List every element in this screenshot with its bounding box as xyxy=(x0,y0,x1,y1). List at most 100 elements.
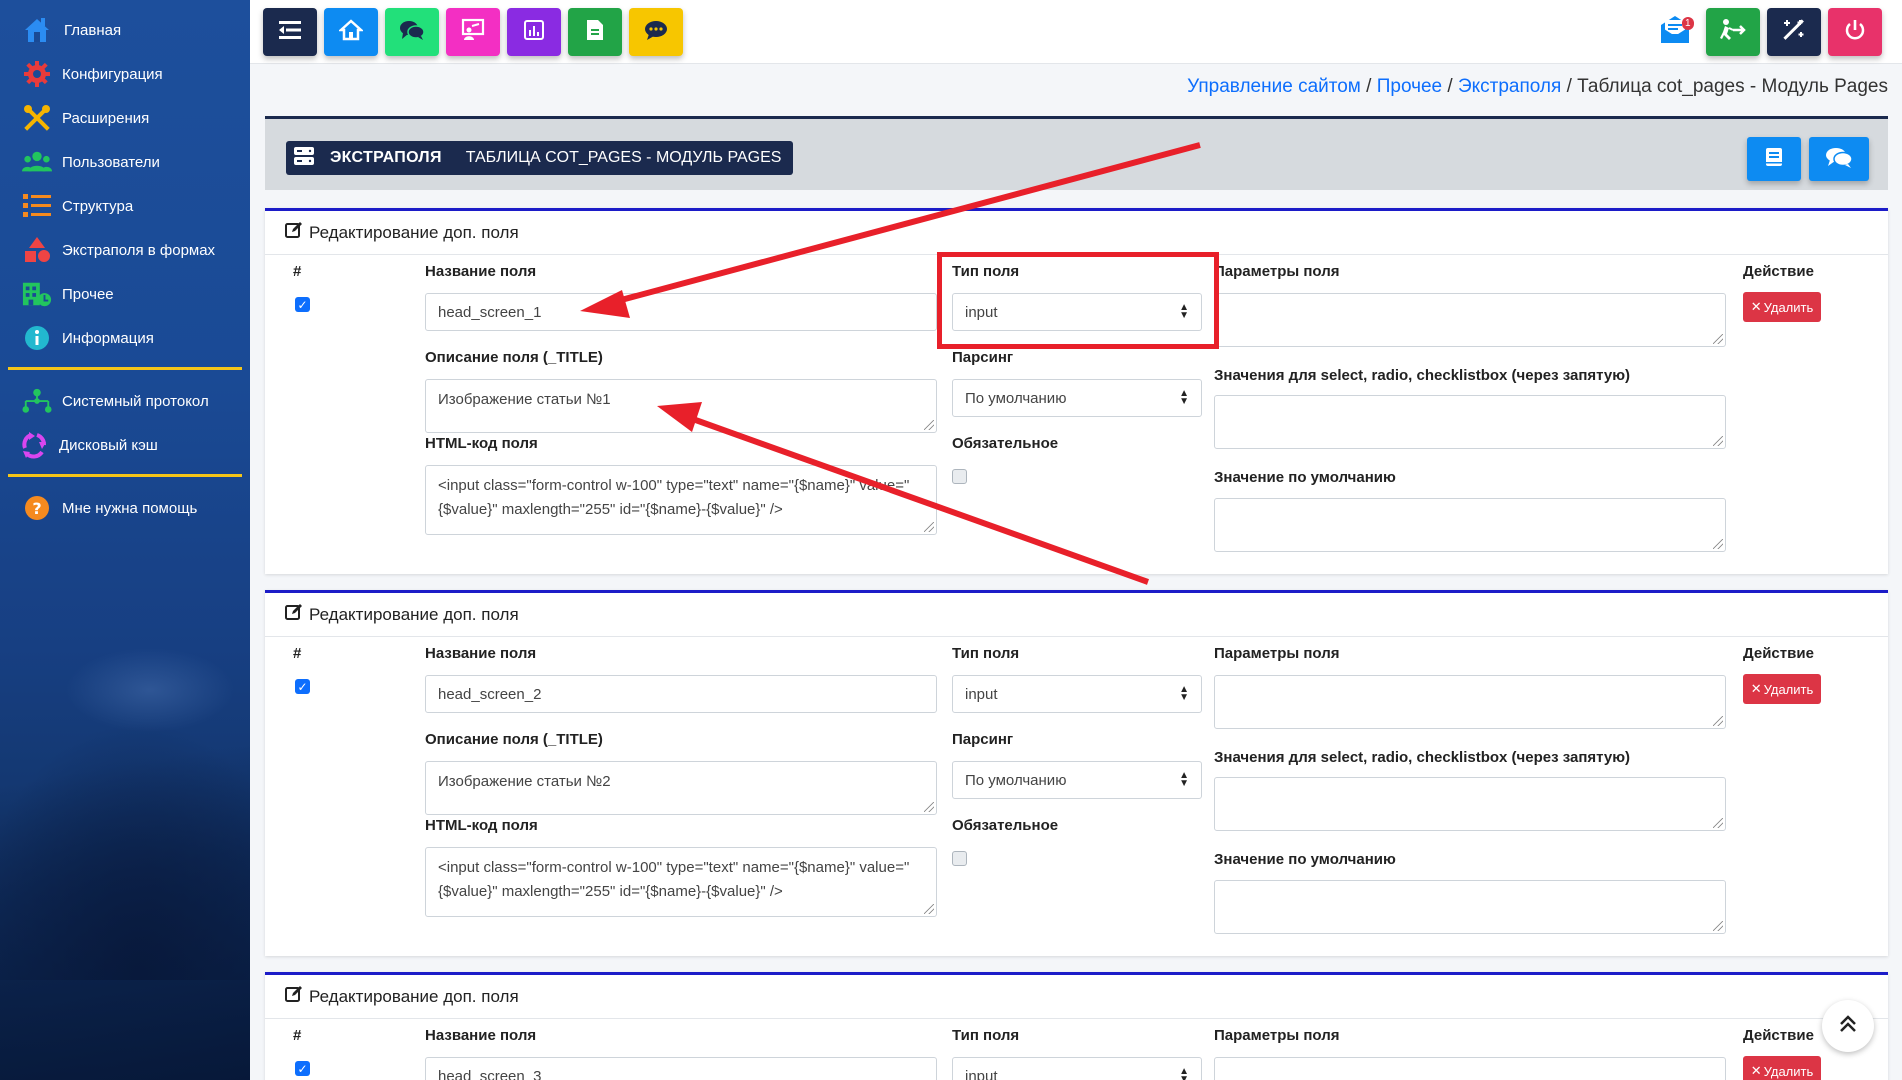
hash-label: # xyxy=(293,1027,302,1044)
field-desc-label: Описание поля (_TITLE) xyxy=(425,731,603,748)
comments-button[interactable] xyxy=(385,8,439,56)
network-icon xyxy=(22,386,52,416)
sidebar-divider xyxy=(8,474,242,477)
hash-label: # xyxy=(293,263,302,280)
parsing-value: По умолчанию xyxy=(965,389,1067,407)
delete-label: Удалить xyxy=(1763,299,1814,315)
sidebar-item-extensions[interactable]: Расширения xyxy=(22,100,149,136)
users-icon xyxy=(22,147,52,177)
sidebar-item-help[interactable]: ? Мне нужна помощь xyxy=(22,490,197,526)
row-checkbox[interactable]: ✓ xyxy=(295,1061,310,1076)
field-type-select[interactable]: input ▲ ▼ xyxy=(952,1057,1202,1080)
field-params-textarea[interactable] xyxy=(1214,1057,1726,1080)
field-type-select[interactable]: input ▲ ▼ xyxy=(952,293,1202,331)
home-icon xyxy=(22,15,52,45)
tools-icon xyxy=(22,103,52,133)
sidebar-item-config[interactable]: Конфигурация xyxy=(22,56,163,92)
field-desc-label: Описание поля (_TITLE) xyxy=(425,349,603,366)
required-checkbox[interactable] xyxy=(952,851,967,866)
delete-button[interactable]: ✕ Удалить xyxy=(1743,1056,1821,1080)
document-button[interactable] xyxy=(568,8,622,56)
sidebar-item-other[interactable]: Прочее xyxy=(22,276,114,312)
shapes-icon xyxy=(22,235,52,265)
home-button[interactable] xyxy=(324,8,378,56)
close-icon: ✕ xyxy=(1750,1063,1762,1078)
select-arrows-icon: ▲ ▼ xyxy=(1179,770,1189,789)
sidebar-item-label: Конфигурация xyxy=(62,65,163,83)
sidebar-item-home[interactable]: Главная xyxy=(22,12,121,48)
default-value-textarea[interactable] xyxy=(1214,880,1726,934)
field-name-input[interactable]: head_screen_1 xyxy=(425,293,937,331)
sidebar-item-disk-cache[interactable]: Дисковый кэш xyxy=(19,427,158,463)
scroll-top-button[interactable] xyxy=(1822,1000,1874,1052)
field-type-value: input xyxy=(965,685,998,703)
field-desc-textarea[interactable]: Изображение статьи №2 xyxy=(425,761,937,815)
chat-button[interactable] xyxy=(629,8,683,56)
stats-button[interactable] xyxy=(507,8,561,56)
field-desc-textarea[interactable]: Изображение статьи №1 xyxy=(425,379,937,433)
svg-text:?: ? xyxy=(32,499,41,518)
parsing-select[interactable]: По умолчанию ▲ ▼ xyxy=(952,761,1202,799)
field-params-textarea[interactable] xyxy=(1214,675,1726,729)
default-value-label: Значение по умолчанию xyxy=(1214,469,1396,486)
exit-site-button[interactable] xyxy=(1706,8,1760,56)
page-title: ЭКСТРАПОЛЯ ТАБЛИЦА COT_PAGES - МОДУЛЬ PA… xyxy=(286,141,794,175)
field-params-textarea[interactable] xyxy=(1214,293,1726,347)
chat-icon xyxy=(644,19,668,46)
sidebar-item-structure[interactable]: Структура xyxy=(22,188,133,224)
breadcrumb-link-extrafields[interactable]: Экстраполя xyxy=(1458,76,1561,97)
delete-button[interactable]: ✕ Удалить xyxy=(1743,674,1821,704)
sidebar-item-extrafields-forms[interactable]: Экстраполя в формах xyxy=(22,232,215,268)
toggle-sidebar-button[interactable] xyxy=(263,8,317,56)
sidebar-item-users[interactable]: Пользователи xyxy=(22,144,160,180)
magic-button[interactable] xyxy=(1767,8,1821,56)
close-icon: ✕ xyxy=(1750,681,1762,696)
book-icon xyxy=(1765,147,1783,172)
sidebar-item-info[interactable]: Информация xyxy=(22,320,154,356)
page-title-main: ЭКСТРАПОЛЯ xyxy=(330,149,442,166)
field-name-input[interactable]: head_screen_3 xyxy=(425,1057,937,1080)
question-icon: ? xyxy=(22,493,52,523)
field-name-input[interactable]: head_screen_2 xyxy=(425,675,937,713)
server-icon xyxy=(294,146,314,170)
card-header: Редактирование доп. поля xyxy=(265,211,1888,255)
html-code-textarea[interactable]: <input class="form-control w-100" type="… xyxy=(425,465,937,535)
building-icon xyxy=(22,279,52,309)
select-values-textarea[interactable] xyxy=(1214,777,1726,831)
sidebar-item-label: Прочее xyxy=(62,285,114,303)
row-checkbox[interactable]: ✓ xyxy=(295,297,310,312)
breadcrumb-link-site-management[interactable]: Управление сайтом xyxy=(1187,76,1361,97)
comments-icon xyxy=(399,19,425,46)
select-values-textarea[interactable] xyxy=(1214,395,1726,449)
logout-button[interactable] xyxy=(1828,8,1882,56)
sidebar-item-system-log[interactable]: Системный протокол xyxy=(22,383,209,419)
select-values-label: Значения для select, radio, checklistbox… xyxy=(1214,367,1631,384)
row-checkbox[interactable]: ✓ xyxy=(295,679,310,694)
breadcrumb-separator: / xyxy=(1366,76,1372,97)
presentation-icon xyxy=(460,18,486,47)
field-name-label: Название поля xyxy=(425,645,537,662)
sidebar-item-label: Экстраполя в формах xyxy=(62,241,216,259)
breadcrumb-link-other[interactable]: Прочее xyxy=(1377,76,1442,97)
field-type-label: Тип поля xyxy=(952,1027,1020,1044)
support-chat-button[interactable] xyxy=(1809,137,1869,181)
extrafield-card: Редактирование доп. поля # ✓ Название по… xyxy=(265,208,1888,574)
recycle-icon xyxy=(19,430,49,460)
extrafield-card: Редактирование доп. поля # ✓ Название по… xyxy=(265,590,1888,956)
sidebar-item-label: Дисковый кэш xyxy=(59,436,158,454)
presentation-button[interactable] xyxy=(446,8,500,56)
html-code-textarea[interactable]: <input class="form-control w-100" type="… xyxy=(425,847,937,917)
notifications-button[interactable]: 1 xyxy=(1658,13,1698,49)
close-icon: ✕ xyxy=(1750,299,1762,314)
required-checkbox[interactable] xyxy=(952,469,967,484)
sidebar-item-label: Мне нужна помощь xyxy=(62,499,198,517)
docs-button[interactable] xyxy=(1747,137,1801,181)
delete-button[interactable]: ✕ Удалить xyxy=(1743,292,1821,322)
home-icon xyxy=(337,18,365,46)
required-label: Обязательное xyxy=(952,817,1059,834)
default-value-textarea[interactable] xyxy=(1214,498,1726,552)
field-type-select[interactable]: input ▲ ▼ xyxy=(952,675,1202,713)
page-header-panel: ЭКСТРАПОЛЯ ТАБЛИЦА COT_PAGES - МОДУЛЬ PA… xyxy=(265,116,1888,190)
parsing-select[interactable]: По умолчанию ▲ ▼ xyxy=(952,379,1202,417)
sidebar-divider xyxy=(8,367,242,370)
